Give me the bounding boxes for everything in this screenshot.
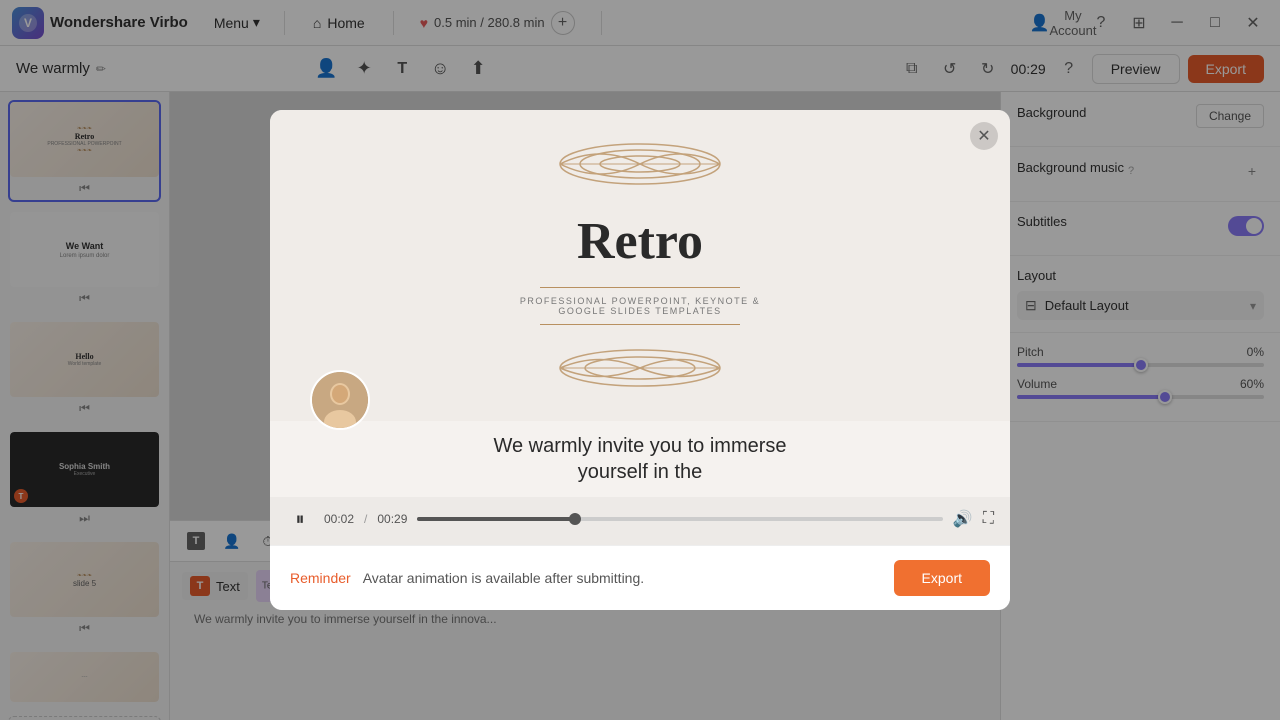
modal-close-button[interactable]: ✕: [970, 122, 998, 150]
modal-export-button[interactable]: Export: [894, 560, 990, 596]
preview-modal: ✕ Retro PROFESSIONAL POWERPOIN: [270, 110, 1010, 610]
subtitle-line2: yourself in the: [578, 461, 703, 483]
modal-overlay[interactable]: ✕ Retro PROFESSIONAL POWERPOIN: [0, 0, 1280, 720]
reminder-text: Avatar animation is available after subm…: [363, 570, 882, 586]
reminder-label: Reminder: [290, 570, 351, 586]
volume-icon: 🔊: [953, 511, 973, 528]
video-player-section: We warmly invite you to immerse yourself…: [270, 421, 1010, 545]
progress-bar[interactable]: [417, 517, 942, 521]
retro-slide-preview: Retro PROFESSIONAL POWERPOINT, KEYNOTE &…: [270, 110, 1010, 421]
progress-fill: [417, 517, 575, 521]
progress-thumb[interactable]: [569, 513, 581, 525]
bottom-ornament-svg: [510, 343, 770, 393]
total-time: 00:29: [377, 512, 407, 526]
retro-title: Retro: [577, 212, 703, 271]
avatar-bubble: [310, 370, 370, 430]
retro-subtitle: PROFESSIONAL POWERPOINT, KEYNOTE &GOOGLE…: [520, 296, 760, 316]
pause-button[interactable]: ⏸: [286, 505, 314, 533]
time-separator: /: [364, 512, 367, 526]
bottom-ornament-area: [510, 343, 770, 398]
avatar-image: [312, 372, 368, 428]
pause-icon: ⏸: [296, 509, 305, 530]
current-time: 00:02: [324, 512, 354, 526]
top-ornament-svg: [510, 134, 770, 194]
retro-line-top: [540, 287, 740, 288]
fullscreen-icon: ⛶: [983, 510, 994, 527]
reminder-bar: Reminder Avatar animation is available a…: [270, 545, 1010, 610]
volume-button[interactable]: 🔊: [953, 509, 973, 529]
fullscreen-button[interactable]: ⛶: [983, 510, 994, 528]
retro-line-bottom: [540, 324, 740, 325]
subtitle-line1: We warmly invite you to immerse: [493, 435, 786, 457]
playback-controls: ⏸ 00:02 / 00:29 🔊 ⛶: [270, 497, 1010, 545]
subtitle-display: We warmly invite you to immerse yourself…: [270, 421, 1010, 497]
top-ornament-area: [510, 134, 770, 194]
